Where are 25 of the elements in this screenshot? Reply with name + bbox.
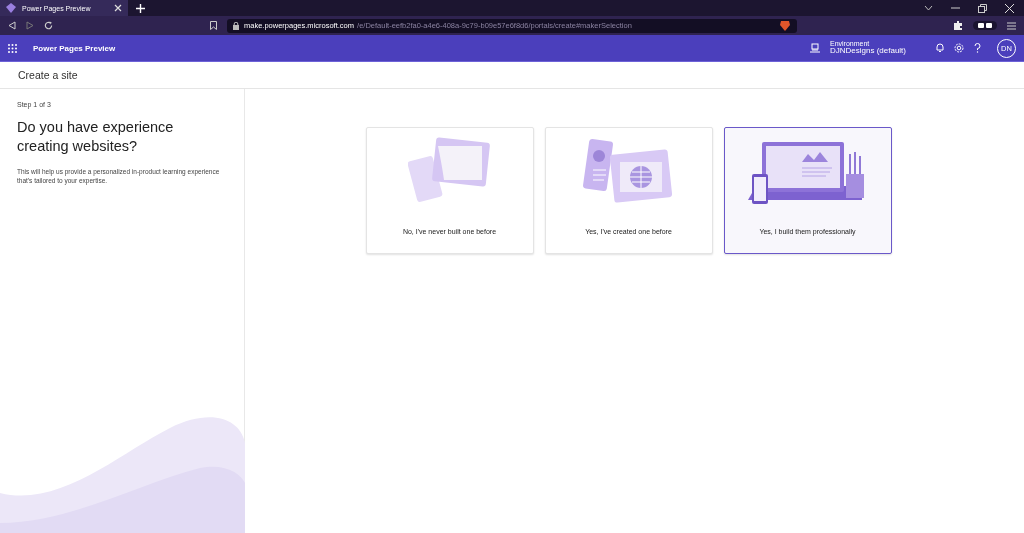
back-icon[interactable] — [8, 21, 16, 30]
environment-icon[interactable] — [809, 43, 820, 53]
new-tab-icon[interactable] — [136, 3, 145, 13]
glasses-button[interactable] — [973, 21, 997, 30]
app-title: Power Pages Preview — [33, 43, 116, 53]
app-logo-icon — [6, 3, 16, 13]
settings-icon[interactable] — [954, 43, 964, 53]
app-launcher-icon[interactable] — [8, 43, 17, 53]
menu-icon[interactable] — [1007, 21, 1016, 30]
reload-icon[interactable] — [44, 21, 53, 30]
environment-name[interactable]: DJNDesigns (default) — [829, 47, 906, 57]
close-icon[interactable] — [114, 4, 122, 12]
page-title: Create a site — [18, 69, 78, 81]
forward-icon[interactable] — [26, 21, 34, 30]
question-heading: Do you have experience creating websites? — [17, 118, 175, 156]
shield-icon[interactable] — [779, 19, 791, 32]
help-icon[interactable] — [974, 43, 981, 53]
glasses-icon — [978, 23, 992, 28]
lock-icon — [233, 21, 239, 30]
puzzle-icon[interactable] — [954, 21, 963, 30]
close-icon[interactable] — [1005, 3, 1014, 13]
chevron-down-icon[interactable] — [924, 5, 933, 11]
bookmark-icon[interactable] — [210, 21, 217, 30]
restore-icon[interactable] — [978, 3, 987, 13]
bell-icon[interactable] — [936, 43, 944, 53]
